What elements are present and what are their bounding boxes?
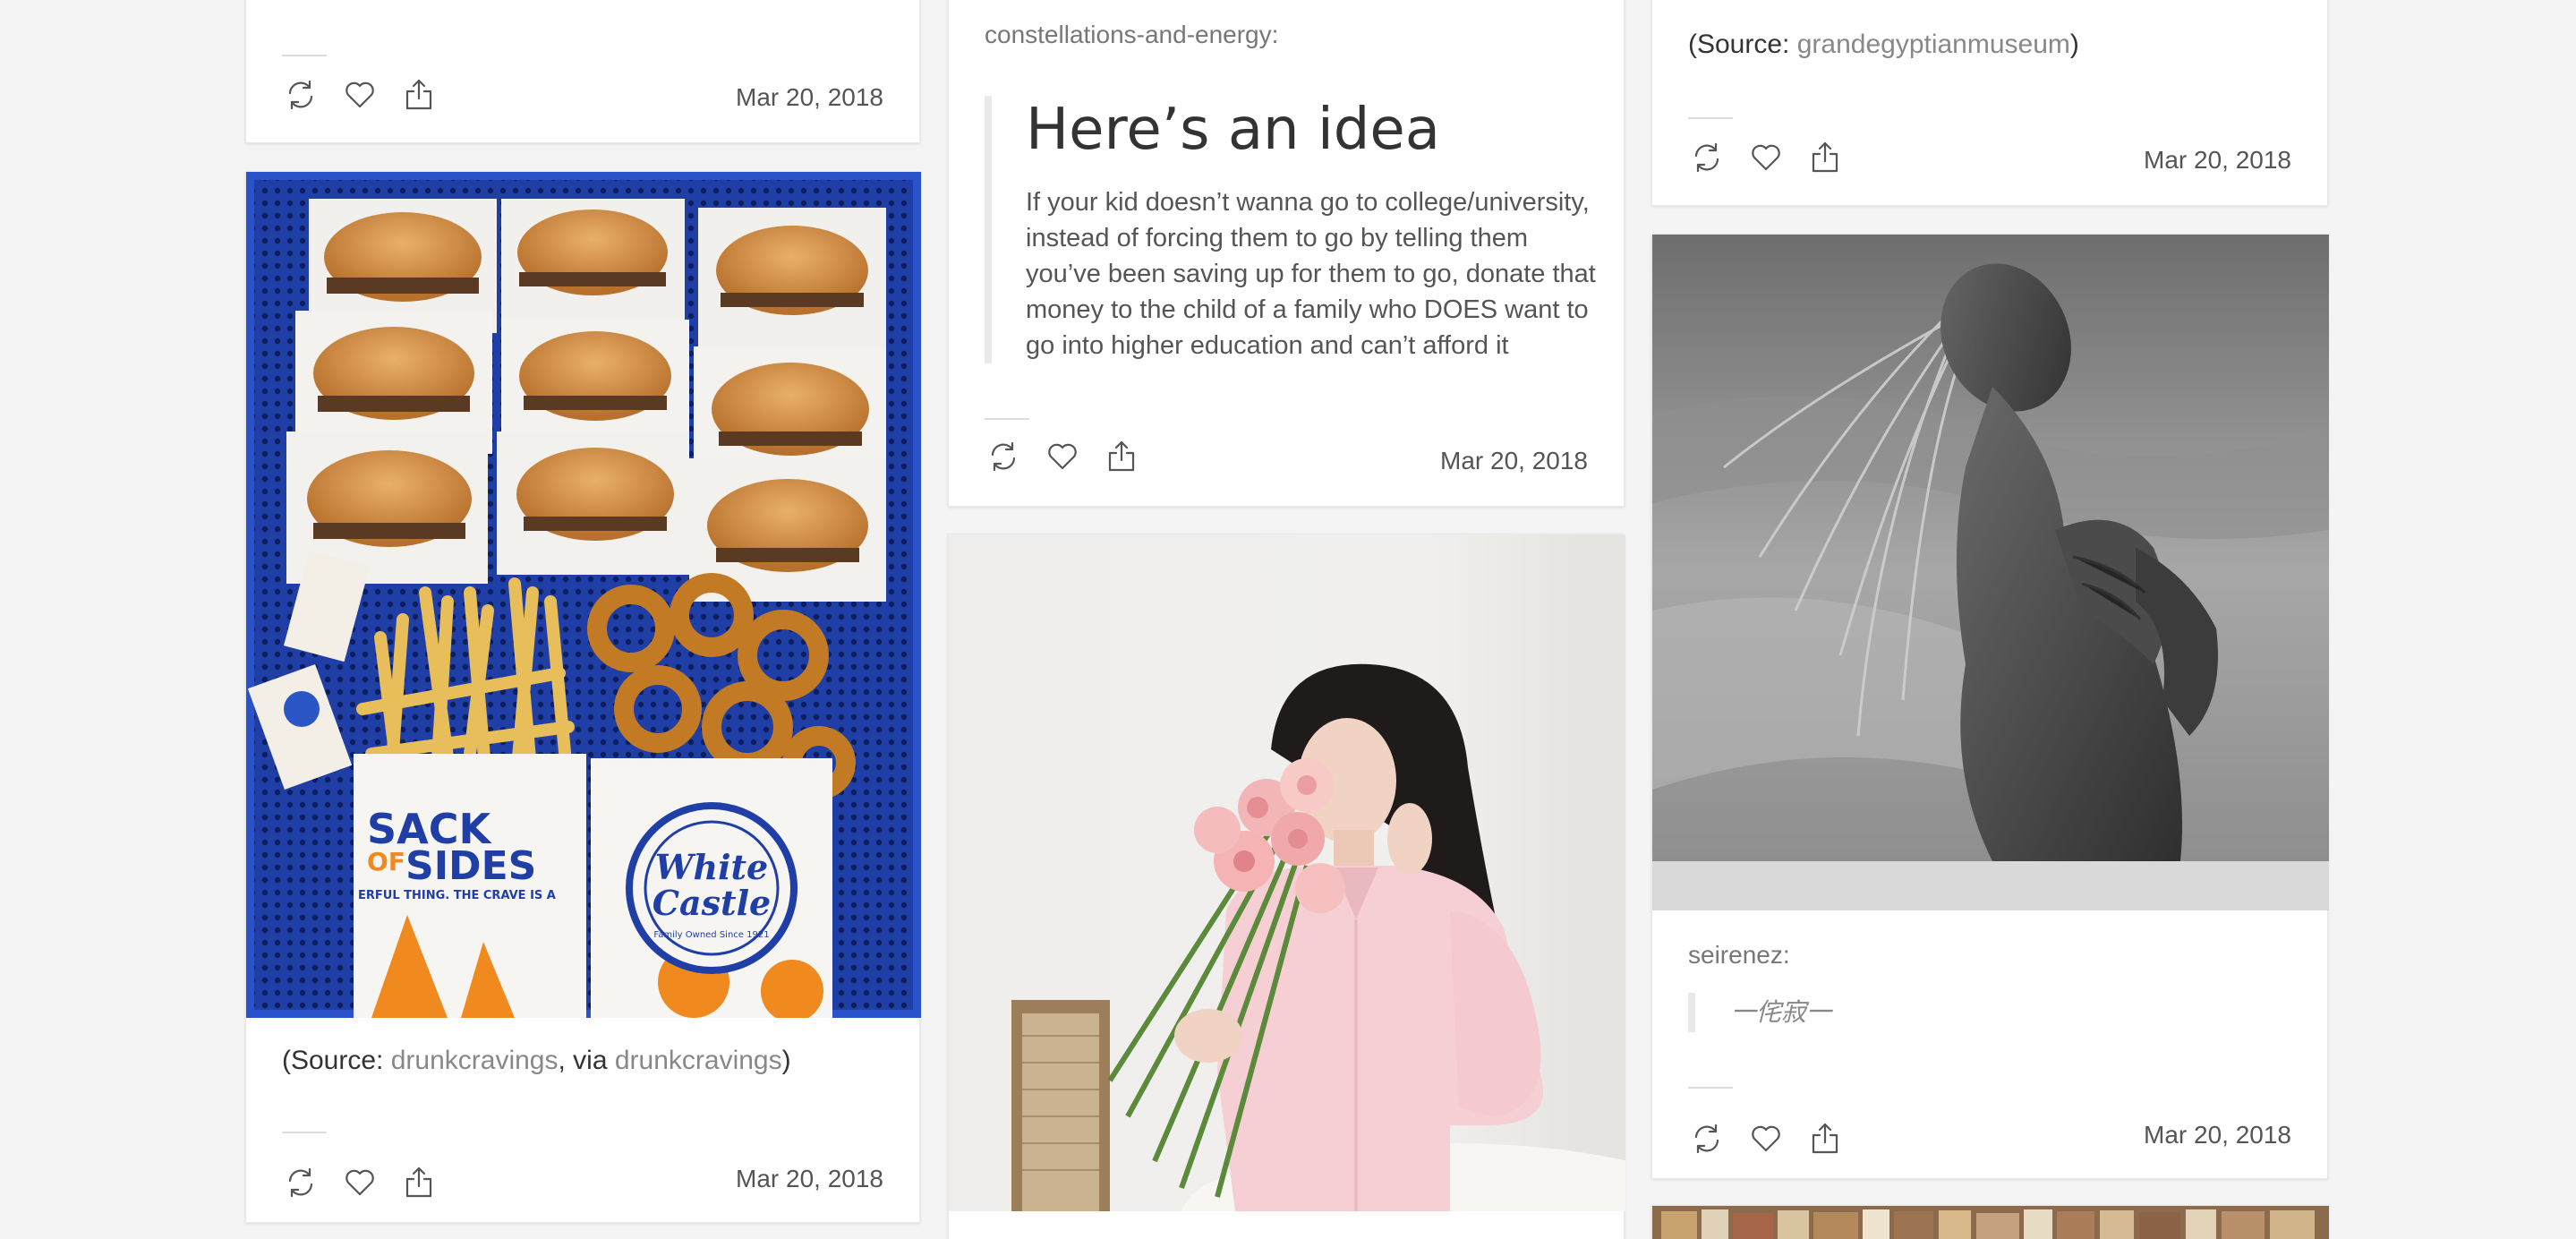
svg-text:SIDES: SIDES [405,843,536,889]
post-actions [1688,1120,1865,1158]
post-source: (Source: drunkcravings, via drunkcraving… [282,1046,791,1076]
post-author[interactable]: seirenez: [1688,941,1790,970]
post-actions [1688,139,1865,176]
heart-icon[interactable] [341,1164,379,1201]
source-link[interactable]: grandegyptianmuseum [1797,30,2070,59]
share-icon[interactable] [1806,139,1844,176]
post-actions [985,438,1162,475]
svg-text:Castle: Castle [653,883,771,923]
post-quote: Here’s an idea If your kid doesn’t wanna… [985,96,1602,363]
reblog-icon[interactable] [1688,1120,1726,1158]
share-icon[interactable] [400,1164,438,1201]
post-date[interactable]: Mar 20, 2018 [2144,146,2291,175]
post-card: SACK OF SIDES ERFUL THING. THE CRAVE IS … [245,171,921,1223]
share-icon[interactable] [400,76,438,114]
reblog-icon[interactable] [1688,139,1726,176]
svg-text:OF: OF [367,847,405,876]
heart-icon[interactable] [1044,438,1081,475]
bookshelf-photo[interactable] [1652,1206,2329,1239]
dashboard-feed: Mar 20, 2018 SACK OF SIDES ERFUL THING. … [0,0,2576,1239]
food-photo[interactable]: SACK OF SIDES ERFUL THING. THE CRAVE IS … [246,172,921,1018]
post-actions [282,1164,459,1201]
via-link[interactable]: drunkcravings [615,1046,782,1075]
quote-title: Here’s an idea [1026,97,1440,163]
reblog-icon[interactable] [282,1164,320,1201]
post-card: constellations-and-energy: Here’s an ide… [948,0,1625,507]
post-date[interactable]: Mar 20, 2018 [736,83,883,112]
post-card: seirenez: 一侘寂一 Mar 20, 2018 [1651,234,2329,1179]
quote-text: 一侘寂一 [1731,998,1832,1026]
post-quote: 一侘寂一 [1688,993,1831,1032]
share-icon[interactable] [1806,1120,1844,1158]
post-author[interactable]: constellations-and-energy: [985,21,1278,49]
reblog-icon[interactable] [985,438,1022,475]
post-divider [985,418,1029,420]
heart-icon[interactable] [341,76,379,114]
post-date[interactable]: Mar 20, 2018 [736,1165,883,1193]
post-source: (Source: grandegyptianmuseum) [1688,30,2079,60]
quote-body: If your kid doesn’t wanna go to college/… [1026,187,1596,360]
post-card [1651,1205,2329,1239]
woman-flowers-photo[interactable] [949,534,1625,1211]
reblog-icon[interactable] [282,76,320,114]
source-mid: , via [558,1046,615,1075]
burger-grid [286,199,886,602]
source-link[interactable]: drunkcravings [391,1046,559,1075]
bw-portrait-photo[interactable] [1652,235,2329,910]
svg-text:ERFUL THING. THE CRAVE IS A: ERFUL THING. THE CRAVE IS A [358,889,556,902]
source-prefix: (Source: [1688,30,1797,59]
source-prefix: (Source: [282,1046,391,1075]
post-card: Mar 20, 2018 [245,0,920,143]
post-date[interactable]: Mar 20, 2018 [2144,1121,2291,1149]
heart-icon[interactable] [1747,139,1785,176]
post-divider [1688,117,1733,119]
svg-text:Family Owned Since 1921: Family Owned Since 1921 [653,930,769,940]
post-card: (Source: grandegyptianmuseum) Mar 20, 20… [1651,0,2328,206]
post-divider [1688,1087,1733,1089]
post-actions [282,76,459,114]
post-divider [282,1132,327,1133]
share-icon[interactable] [1103,438,1140,475]
heart-icon[interactable] [1747,1120,1785,1158]
source-suffix: ) [781,1046,791,1075]
post-divider [282,55,327,56]
source-suffix: ) [2069,30,2079,59]
post-date[interactable]: Mar 20, 2018 [1440,447,1588,475]
post-card [948,534,1625,1239]
svg-text:White: White [655,847,768,887]
